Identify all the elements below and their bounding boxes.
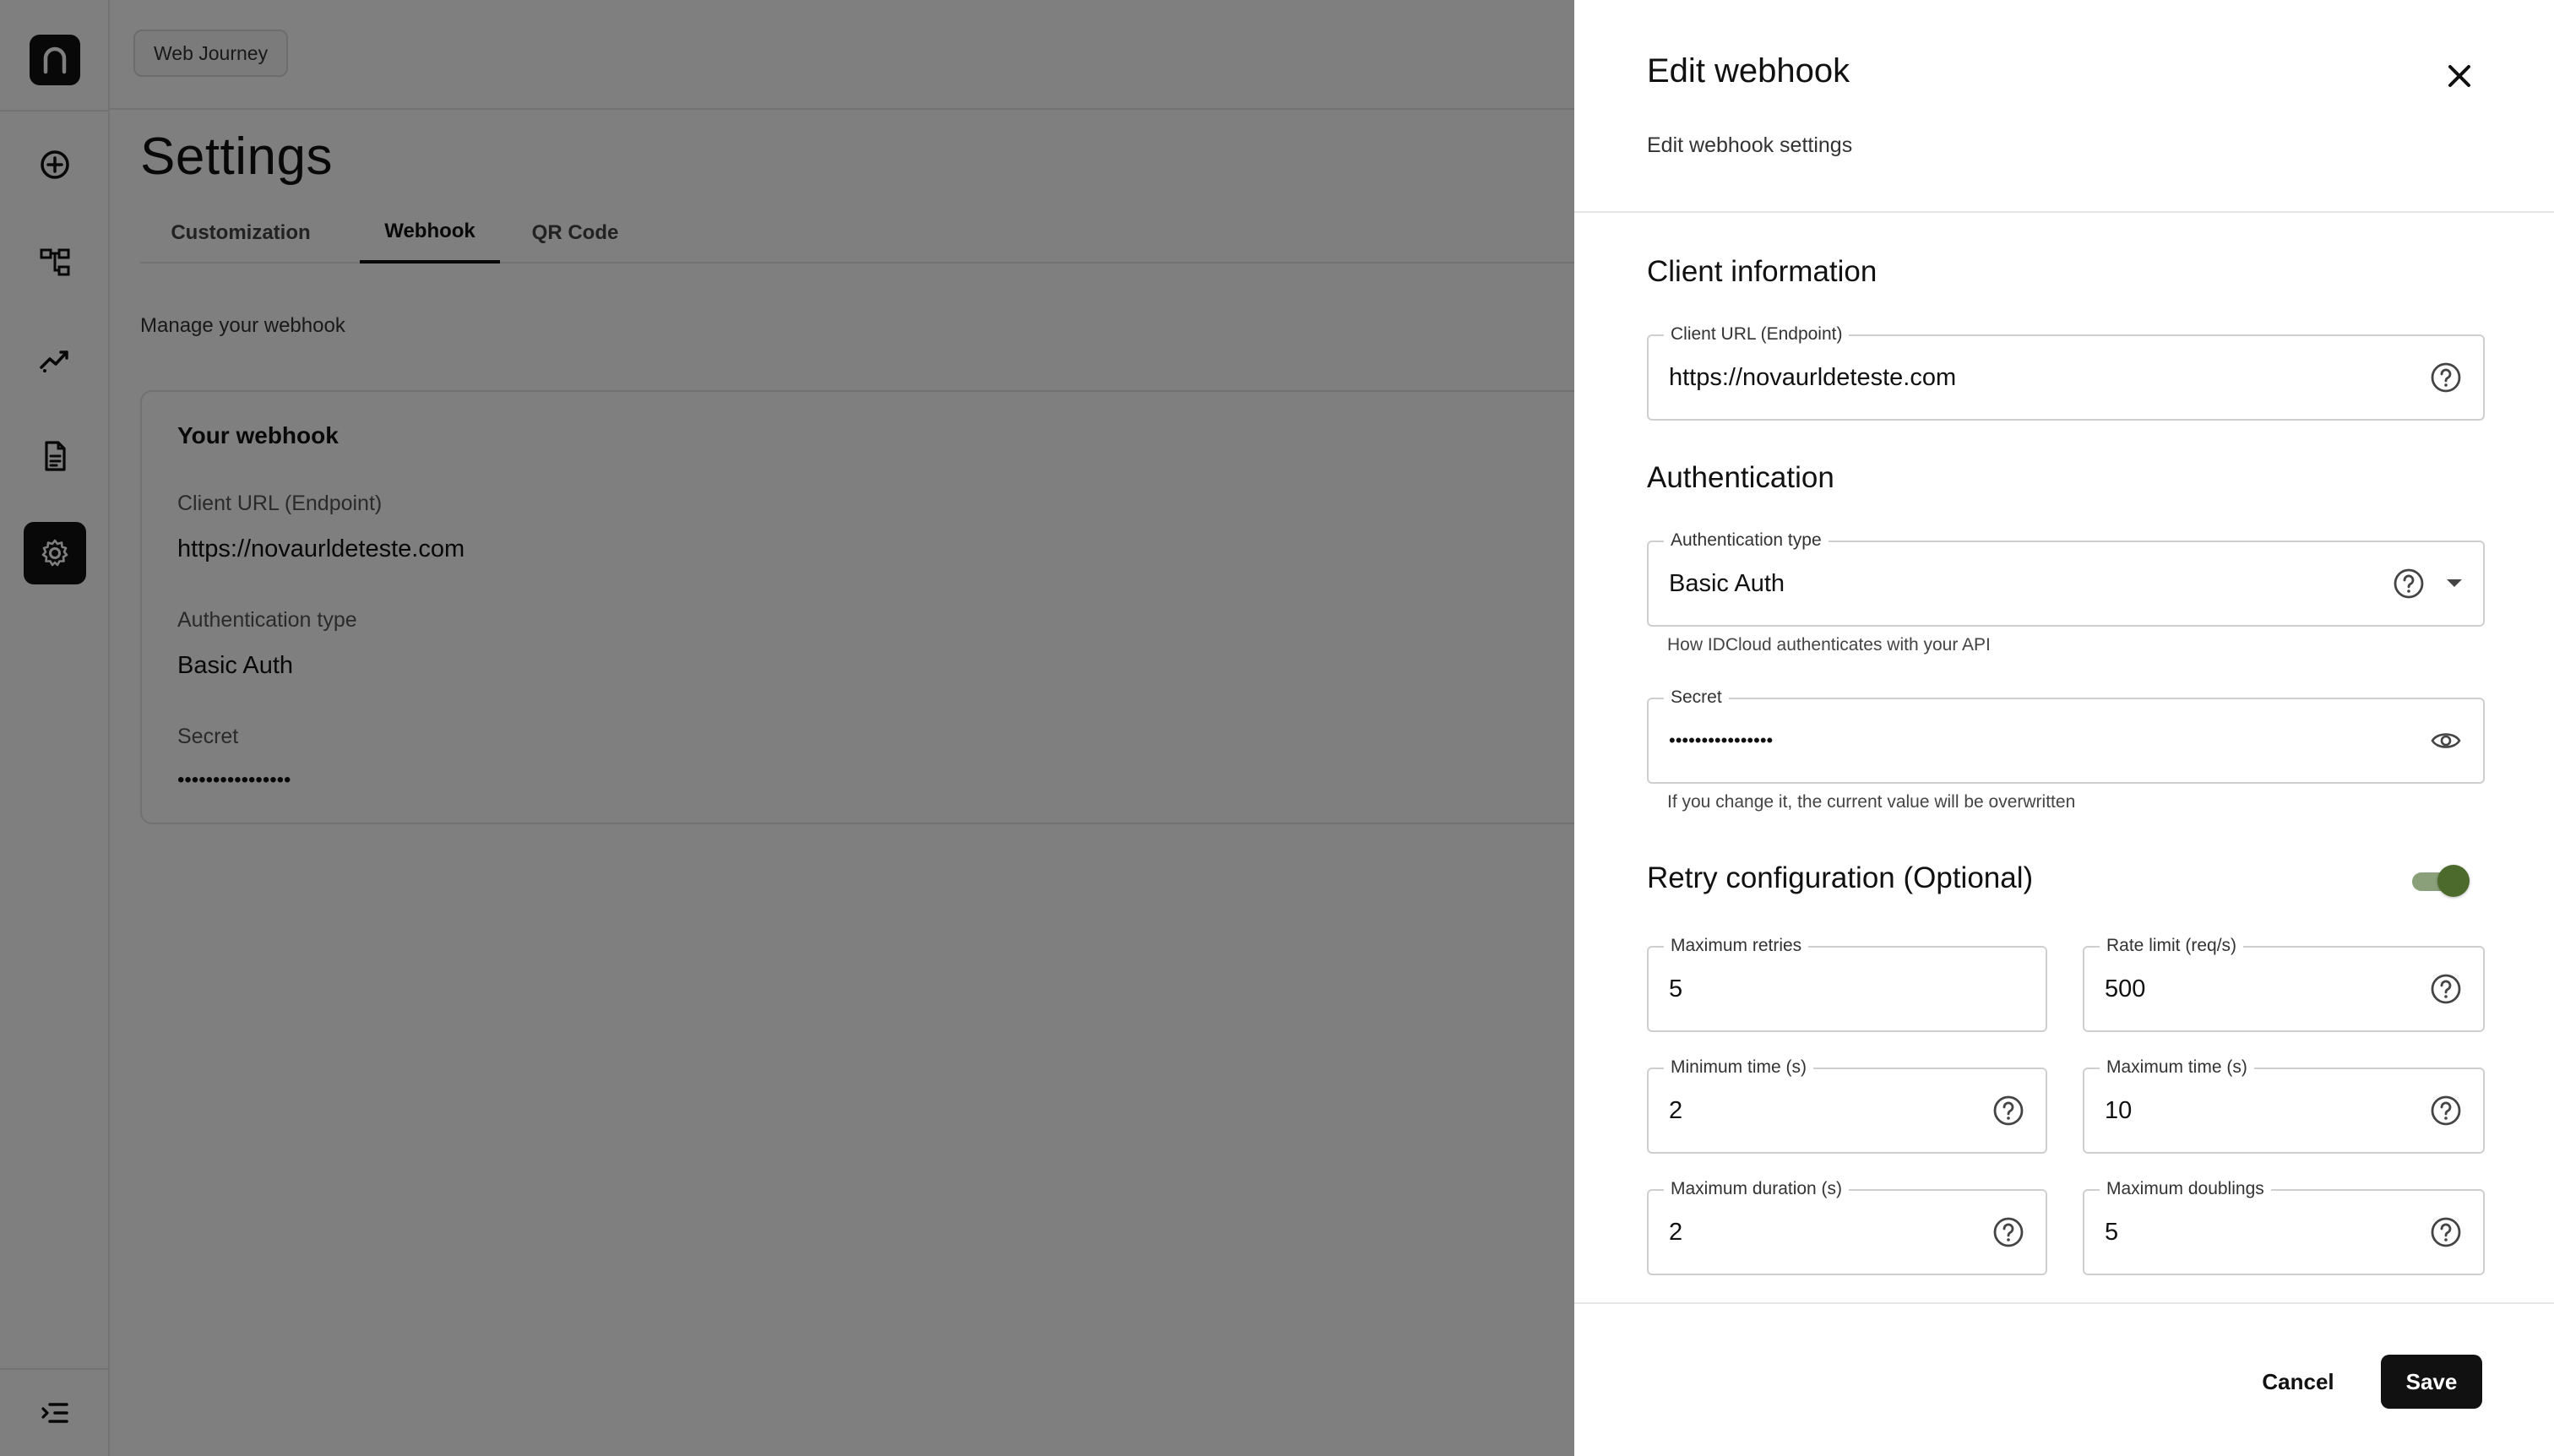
cancel-button[interactable]: Cancel (2243, 1355, 2353, 1409)
close-icon[interactable] (2436, 52, 2483, 100)
help-icon[interactable] (2392, 567, 2426, 600)
max-duration-field[interactable]: Maximum duration (s) 2 (1647, 1178, 2047, 1275)
rate-limit-field[interactable]: Rate limit (req/s) 500 (2083, 935, 2485, 1032)
client-url-input[interactable]: https://novaurldeteste.com (1669, 336, 1956, 419)
edit-webhook-drawer: Edit webhook Edit webhook settings Clien… (1574, 0, 2554, 1456)
eye-icon[interactable] (2429, 724, 2463, 758)
max-retries-label: Maximum retries (1664, 935, 1809, 957)
help-icon[interactable] (1992, 1215, 2025, 1249)
max-duration-input[interactable]: 2 (1669, 1191, 1682, 1274)
max-time-field[interactable]: Maximum time (s) 10 (2083, 1057, 2485, 1154)
drawer-footer: Cancel Save (1574, 1302, 2554, 1456)
drawer-title: Edit webhook (1647, 52, 1850, 90)
rate-limit-input[interactable]: 500 (2105, 948, 2145, 1030)
max-doublings-label: Maximum doublings (2100, 1178, 2271, 1200)
help-icon[interactable] (2429, 1094, 2463, 1127)
modal-backdrop[interactable] (0, 0, 1574, 1456)
authentication-heading: Authentication (1647, 461, 1834, 494)
chevron-down-icon[interactable] (2437, 567, 2471, 600)
toggle-knob (2437, 865, 2470, 897)
max-doublings-field[interactable]: Maximum doublings 5 (2083, 1178, 2485, 1275)
max-time-input[interactable]: 10 (2105, 1069, 2132, 1152)
min-time-field[interactable]: Minimum time (s) 2 (1647, 1057, 2047, 1154)
help-icon[interactable] (2429, 972, 2463, 1006)
secret-input[interactable]: •••••••••••••••• (1669, 699, 1773, 782)
min-time-input[interactable]: 2 (1669, 1069, 1682, 1152)
min-time-label: Minimum time (s) (1664, 1057, 1813, 1078)
secret-field[interactable]: Secret •••••••••••••••• (1647, 687, 2485, 784)
max-retries-input[interactable]: 5 (1669, 948, 1682, 1030)
retry-config-heading: Retry configuration (Optional) (1647, 861, 2034, 894)
max-duration-label: Maximum duration (s) (1664, 1178, 1850, 1200)
drawer-header: Edit webhook Edit webhook settings (1574, 0, 2554, 213)
auth-type-selected[interactable]: Basic Auth (1669, 542, 1785, 625)
retry-toggle[interactable] (2410, 865, 2473, 897)
secret-helper: If you change it, the current value will… (1667, 792, 2076, 812)
help-icon[interactable] (2429, 1215, 2463, 1249)
max-retries-field[interactable]: Maximum retries 5 (1647, 935, 2047, 1032)
drawer-subtitle: Edit webhook settings (1647, 133, 1853, 157)
client-info-heading: Client information (1647, 255, 1877, 288)
auth-type-select[interactable]: Authentication type Basic Auth (1647, 530, 2485, 627)
max-doublings-input[interactable]: 5 (2105, 1191, 2118, 1274)
help-icon[interactable] (2429, 361, 2463, 394)
client-url-field[interactable]: Client URL (Endpoint) https://novaurldet… (1647, 323, 2485, 421)
save-button[interactable]: Save (2381, 1355, 2482, 1409)
help-icon[interactable] (1992, 1094, 2025, 1127)
auth-type-helper: How IDCloud authenticates with your API (1667, 635, 1991, 655)
